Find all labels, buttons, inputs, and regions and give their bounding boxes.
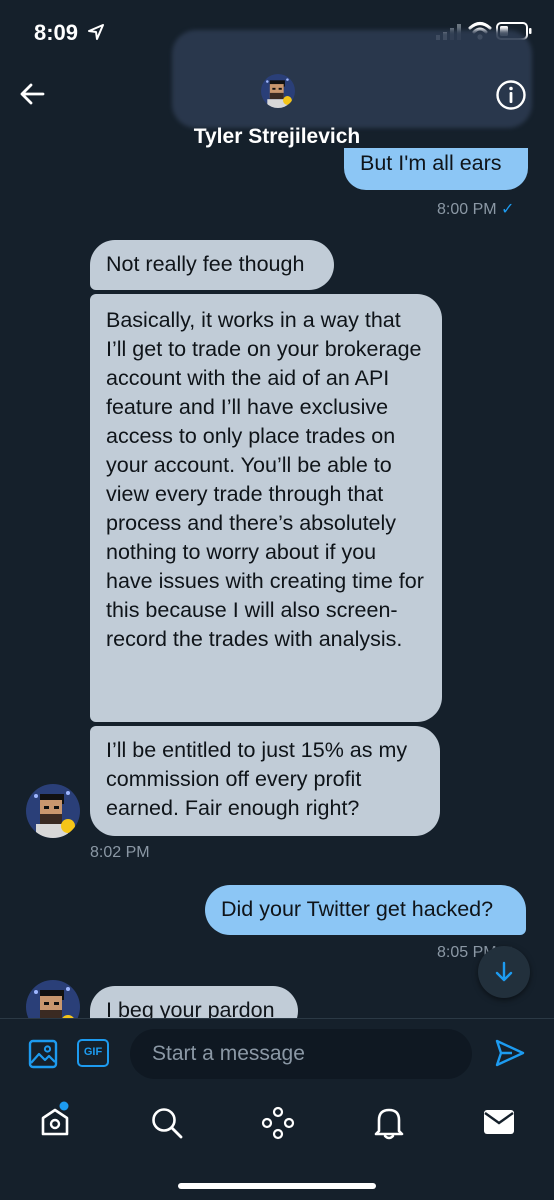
message-timestamp: 8:00 PM ✓ (437, 199, 514, 219)
info-icon[interactable] (495, 79, 527, 111)
search-icon[interactable] (150, 1106, 184, 1140)
bell-icon[interactable] (372, 1105, 406, 1141)
message-bubble-incoming[interactable]: I’ll be entitled to just 15% as my commi… (90, 726, 440, 836)
home-indicator[interactable] (178, 1183, 376, 1189)
contact-avatar[interactable] (26, 784, 80, 838)
message-timestamp: 8:02 PM (90, 844, 150, 861)
gif-button[interactable]: GIF (77, 1039, 109, 1067)
home-icon[interactable] (38, 1100, 72, 1138)
spaces-icon[interactable] (261, 1106, 295, 1140)
message-input[interactable] (130, 1029, 472, 1079)
mail-icon[interactable] (483, 1108, 515, 1136)
scroll-to-bottom-button[interactable] (478, 946, 530, 998)
send-icon[interactable] (494, 1037, 526, 1069)
arrow-down-icon (495, 961, 513, 982)
timestamp-text: 8:00 PM (437, 201, 497, 218)
read-check-icon: ✓ (501, 201, 515, 218)
message-bubble-incoming[interactable]: Not really fee though (90, 240, 334, 290)
back-arrow-icon[interactable] (18, 80, 46, 108)
message-bubble-incoming[interactable]: Basically, it works in a way that I’ll g… (90, 294, 442, 722)
status-time: 8:09 (34, 20, 79, 45)
location-icon (88, 24, 104, 40)
avatar-image (26, 784, 80, 838)
avatar-image (261, 74, 295, 108)
message-bubble-outgoing[interactable]: Did your Twitter get hacked? (205, 885, 526, 935)
image-icon[interactable] (28, 1039, 58, 1069)
scrolled-message-blur (172, 30, 532, 128)
contact-name[interactable]: Tyler Strejilevich (0, 125, 554, 149)
header-avatar[interactable] (261, 74, 295, 108)
message-bubble-outgoing[interactable]: But I'm all ears (344, 148, 528, 190)
